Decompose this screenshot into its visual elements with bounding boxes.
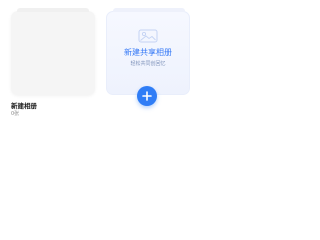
album-card-stack-edge — [17, 8, 89, 12]
shared-album-subtitle: 轻松共同创回忆 — [130, 61, 166, 67]
photo-icon — [138, 28, 158, 43]
album-card-new[interactable] — [11, 8, 95, 95]
shared-card-stack-edge — [113, 8, 185, 12]
album-name: 新建相册 — [11, 102, 37, 110]
shared-album-title: 新建共享相册 — [124, 48, 172, 57]
album-photo-count: 0张 — [11, 111, 20, 117]
add-shared-album-button[interactable] — [137, 86, 157, 106]
album-page: 新建相册 0张 新建共享相册 轻松共同创回忆 — [0, 0, 200, 200]
shared-album-card[interactable]: 新建共享相册 轻松共同创回忆 — [106, 8, 190, 95]
